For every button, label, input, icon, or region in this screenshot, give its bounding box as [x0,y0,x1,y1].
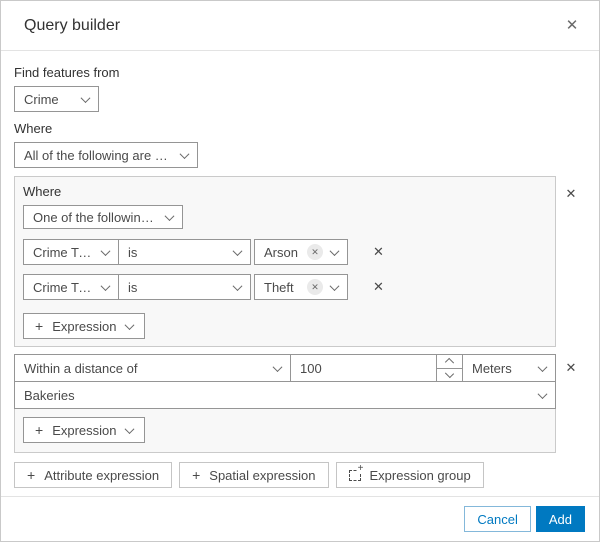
unit-select[interactable]: Meters [462,354,556,382]
source-layer-select[interactable]: Crime [14,86,99,112]
expression-group-1: Where One of the following are tr... Cri… [14,176,556,347]
distance-stepper [436,355,462,381]
operator-select[interactable]: is [118,274,251,300]
spatial-operator-select[interactable]: Within a distance of [14,354,291,382]
group-2-footer: + Expression [15,409,555,452]
group-where-label: Where [23,184,62,199]
plus-icon: + [35,422,44,438]
expression-group-2-row: Within a distance of 100 Meters Bakeries… [14,354,586,453]
chevron-down-icon [537,388,548,399]
expression-group-2: Within a distance of 100 Meters Bakeries… [14,354,556,453]
chevron-down-icon [329,280,340,291]
query-builder-dialog: Query builder ✕ Find features from Crime… [0,0,600,542]
dialog-header: Query builder ✕ [1,1,599,51]
field-value: Crime Type [33,244,92,260]
unit-value: Meters [472,360,512,376]
field-value: Crime Type [33,279,92,295]
target-layer-value: Bakeries [24,387,75,403]
group-operator-value: One of the following are tr... [33,209,156,225]
add-expression-group-button[interactable]: Expression group [335,462,484,488]
chevron-down-icon [272,361,283,372]
value-select[interactable]: Theft ✕ [254,274,348,300]
spatial-operator-value: Within a distance of [24,360,138,376]
builder-actions: + Attribute expression + Spatial express… [14,462,586,488]
cancel-button[interactable]: Cancel [464,506,531,532]
clear-value-icon[interactable]: ✕ [307,244,323,260]
value-text: Arson [264,244,298,260]
dialog-footer: Cancel Add [1,496,599,541]
add-spatial-expression-button[interactable]: + Spatial expression [179,462,329,488]
add-expression-label: Expression [52,422,117,438]
expression-group-icon [348,463,364,481]
top-operator-select[interactable]: All of the following are true [14,142,198,168]
chevron-down-icon [124,423,134,434]
chevron-down-icon [232,245,243,256]
step-down-button[interactable] [437,367,462,382]
remove-group-icon[interactable]: ✕ [556,355,586,381]
group-operator-select[interactable]: One of the following are tr... [23,205,183,229]
add-expression-button[interactable]: + Expression [23,417,145,443]
chevron-up-icon [444,358,455,368]
step-up-button[interactable] [437,355,462,368]
expression-group-1-row: Where One of the following are tr... Cri… [14,176,586,347]
chevron-down-icon [232,280,243,291]
expression-row: Crime Type is Arson ✕ ✕ [23,239,547,265]
field-select[interactable]: Crime Type [23,239,119,265]
chevron-down-icon [164,210,175,221]
operator-value: is [128,244,138,260]
target-layer-select[interactable]: Bakeries [14,381,556,409]
remove-expression-icon[interactable]: ✕ [373,274,384,300]
plus-icon: + [27,467,36,483]
remove-expression-icon[interactable]: ✕ [373,239,384,265]
expression-group-label: Expression group [369,467,471,483]
chevron-down-icon [100,280,111,291]
plus-icon: + [35,318,44,334]
distance-input[interactable] [291,355,436,381]
spatial-expression-row: Within a distance of 100 Meters [14,354,556,382]
expression-row: Crime Type is Theft ✕ ✕ [23,274,547,300]
chevron-down-icon [100,245,111,256]
value-text: Theft [264,279,294,295]
spatial-expression-label: Spatial expression [209,467,316,483]
operator-select[interactable]: is [118,239,251,265]
close-icon[interactable]: ✕ [561,15,583,37]
add-button[interactable]: Add [535,506,585,532]
field-select[interactable]: Crime Type [23,274,119,300]
add-expression-label: Expression [52,318,117,334]
chevron-down-icon [537,361,548,372]
top-operator-value: All of the following are true [24,147,171,163]
add-attribute-expression-button[interactable]: + Attribute expression [14,462,173,488]
value-select[interactable]: Arson ✕ [254,239,348,265]
attribute-expression-label: Attribute expression [44,467,160,483]
source-layer-value: Crime [24,91,59,107]
chevron-down-icon [124,319,134,330]
add-expression-button[interactable]: + Expression [23,313,145,339]
operator-value: is [128,279,138,295]
chevron-down-icon [444,368,455,378]
dialog-body: Find features from Crime Where All of th… [1,51,599,496]
clear-value-icon[interactable]: ✕ [307,279,323,295]
remove-group-icon[interactable]: ✕ [556,181,586,207]
chevron-down-icon [80,92,91,103]
distance-input-wrap [291,354,463,382]
chevron-down-icon [329,245,340,256]
plus-icon: + [192,467,201,483]
where-label: Where [14,121,53,136]
dialog-title: Query builder [24,16,121,34]
find-features-label: Find features from [14,65,120,80]
chevron-down-icon [179,148,190,159]
